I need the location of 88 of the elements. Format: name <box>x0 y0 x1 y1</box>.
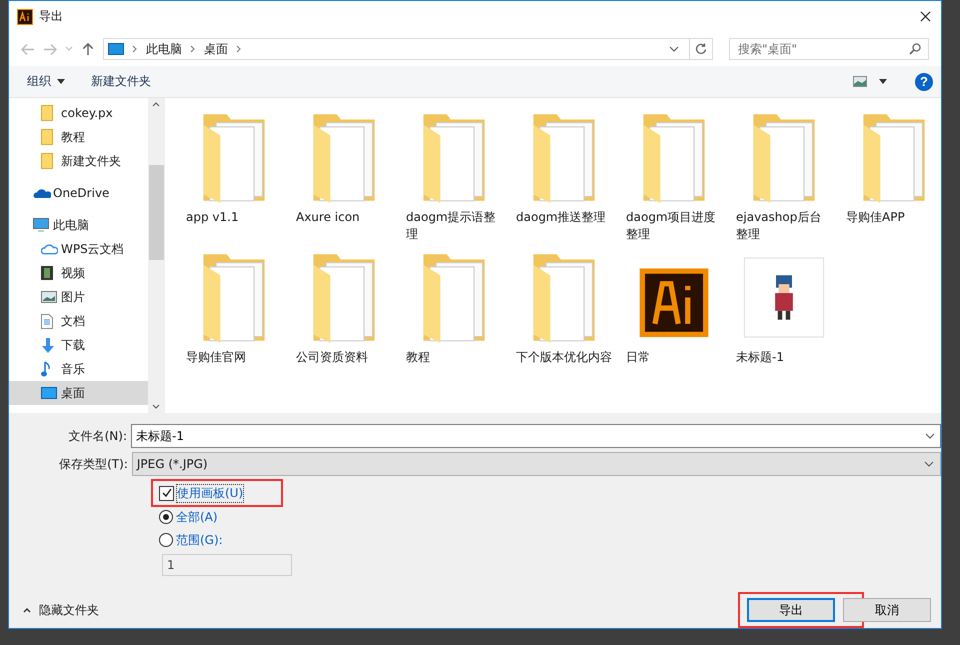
file-item[interactable]: 未标题-1 <box>735 250 833 390</box>
picture-icon <box>41 291 57 303</box>
file-name: ejavashop后台整理 <box>736 209 822 243</box>
close-icon[interactable] <box>920 11 931 22</box>
chevron-right-icon <box>236 45 242 53</box>
folder-icon <box>41 129 53 145</box>
sidebar-item[interactable]: 教程 <box>9 125 148 149</box>
file-name: daogm提示语整理 <box>406 209 497 243</box>
window-title: 导出 <box>39 8 63 25</box>
file-item[interactable]: 公司资质资料 <box>295 250 393 390</box>
radio-label[interactable]: 全部(A) <box>176 508 218 526</box>
file-item[interactable]: 导购佳APP <box>845 110 941 250</box>
cloud-icon <box>41 243 58 255</box>
breadcrumb-item[interactable]: 桌面 <box>204 40 228 58</box>
file-name: 公司资质资料 <box>296 349 369 366</box>
dialog-button[interactable]: 取消 <box>843 598 931 622</box>
file-name: daogm项目进度整理 <box>626 209 717 243</box>
file-name: 下个版本优化内容 <box>516 349 612 366</box>
field-label: 保存类型(T): <box>58 456 129 472</box>
sidebar-item[interactable]: 视频 <box>9 261 148 285</box>
file-name: app v1.1 <box>186 209 240 226</box>
refresh-icon[interactable] <box>695 43 707 55</box>
search-icon <box>909 43 921 55</box>
checkbox-label[interactable]: 使用画板(U) <box>177 484 244 502</box>
film-icon <box>41 266 53 280</box>
file-item[interactable]: 教程 <box>405 250 503 390</box>
file-item[interactable]: Axure icon <box>295 110 393 250</box>
view-options-icon[interactable] <box>853 76 867 87</box>
chevron-down-icon <box>924 461 934 467</box>
chevron-down-icon[interactable] <box>669 46 679 52</box>
sidebar-item[interactable]: 文档 <box>9 309 148 333</box>
file-name: daogm推送整理 <box>516 209 607 226</box>
address-bar[interactable]: 此电脑 桌面 <box>103 38 713 60</box>
sidebar-item[interactable]: 音乐 <box>9 357 148 381</box>
file-name: 导购佳APP <box>846 209 906 226</box>
radio-button[interactable] <box>159 533 173 547</box>
chevron-right-icon <box>132 45 138 53</box>
file-item[interactable]: 下个版本优化内容 <box>515 250 613 390</box>
radio-label[interactable]: 范围(G): <box>176 532 223 548</box>
monitor-icon <box>33 218 49 232</box>
breadcrumb-item[interactable]: 此电脑 <box>146 40 182 58</box>
sidebar-item[interactable]: 图片 <box>9 285 148 309</box>
file-item[interactable]: daogm项目进度整理 <box>625 110 723 250</box>
dropdown-arrow-icon[interactable] <box>879 79 887 84</box>
folder-icon <box>41 105 53 121</box>
hide-folders-toggle[interactable]: 隐藏文件夹 <box>23 602 99 618</box>
file-name: 未标题-1 <box>736 349 785 366</box>
file-item[interactable]: 导购佳官网 <box>185 250 283 390</box>
dropdown-arrow-icon <box>57 79 65 84</box>
sidebar-item[interactable]: 新建文件夹 <box>9 149 148 173</box>
new-folder-button[interactable]: 新建文件夹 <box>85 70 157 93</box>
file-name: Axure icon <box>296 209 361 226</box>
scrollbar[interactable] <box>148 98 164 413</box>
radio-button[interactable] <box>159 510 173 524</box>
field-label: 文件名(N): <box>68 428 128 444</box>
file-item[interactable]: ejavashop后台整理 <box>735 110 833 250</box>
sidebar-item[interactable]: 此电脑 <box>9 213 148 237</box>
music-note-icon <box>41 361 51 377</box>
checkbox[interactable] <box>159 486 174 500</box>
chevron-down-icon[interactable] <box>925 433 935 439</box>
file-item[interactable]: 日常 <box>625 250 723 390</box>
file-name: 导购佳官网 <box>186 349 247 366</box>
sidebar-item[interactable]: WPS云文档 <box>9 237 148 261</box>
sidebar-item[interactable]: cokey.px <box>9 101 148 125</box>
app-logo-icon <box>17 8 33 24</box>
document-icon <box>41 314 53 328</box>
chevron-right-icon <box>190 45 196 53</box>
organize-menu-button[interactable]: 组织 <box>21 70 71 93</box>
file-item[interactable]: daogm提示语整理 <box>405 110 503 250</box>
file-name: 教程 <box>406 349 431 366</box>
monitor-icon <box>108 43 124 55</box>
folder-icon <box>41 153 53 169</box>
sidebar-item[interactable]: 桌面 <box>9 381 148 405</box>
cloud-icon <box>33 188 51 198</box>
sidebar-item[interactable]: OneDrive <box>9 181 148 205</box>
help-button[interactable]: ? <box>915 72 933 90</box>
chevron-up-icon <box>23 608 31 612</box>
up-arrow-icon[interactable] <box>81 42 95 56</box>
filename-field[interactable]: 未标题-1 <box>131 424 941 448</box>
sidebar-item[interactable]: 下载 <box>9 333 148 357</box>
down-arrow-icon <box>41 338 55 352</box>
dialog-button[interactable]: 导出 <box>747 598 835 622</box>
desktop-icon <box>41 387 57 399</box>
file-type-dropdown[interactable]: JPEG (*.JPG) <box>132 452 941 476</box>
search-field[interactable]: 搜索"桌面" <box>729 38 929 60</box>
file-item[interactable]: app v1.1 <box>185 110 283 250</box>
file-item[interactable]: daogm推送整理 <box>515 110 613 250</box>
file-name: 日常 <box>626 349 651 366</box>
